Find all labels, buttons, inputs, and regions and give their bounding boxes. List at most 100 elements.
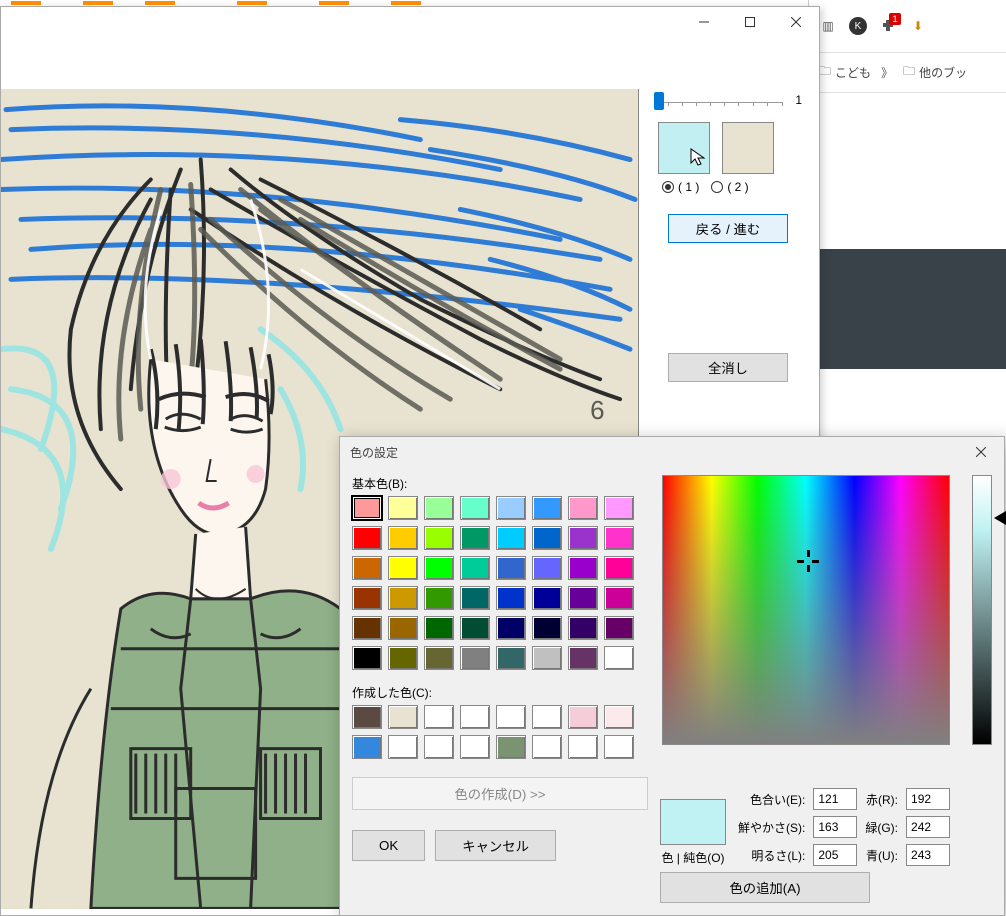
basic-swatch[interactable] xyxy=(604,586,634,610)
custom-swatch[interactable] xyxy=(352,705,382,729)
custom-swatch[interactable] xyxy=(496,705,526,729)
basic-colors-grid xyxy=(352,496,648,670)
custom-swatch[interactable] xyxy=(496,735,526,759)
custom-swatch[interactable] xyxy=(604,735,634,759)
basic-swatch[interactable] xyxy=(496,496,526,520)
basic-swatch[interactable] xyxy=(604,616,634,640)
custom-swatch[interactable] xyxy=(424,735,454,759)
red-input[interactable] xyxy=(906,788,950,810)
bookmark-other[interactable]: 🗀 他のブッ xyxy=(903,62,967,83)
basic-swatch[interactable] xyxy=(424,526,454,550)
basic-swatch[interactable] xyxy=(424,556,454,580)
lum-label: 明るさ(L): xyxy=(738,847,805,864)
basic-swatch[interactable] xyxy=(424,586,454,610)
luminosity-slider[interactable] xyxy=(972,475,992,745)
color-spectrum[interactable] xyxy=(662,475,950,745)
cancel-button[interactable]: キャンセル xyxy=(435,830,556,861)
basic-swatch[interactable] xyxy=(568,556,598,580)
basic-swatch[interactable] xyxy=(568,526,598,550)
minimize-button[interactable] xyxy=(681,7,727,37)
swatch-1[interactable] xyxy=(658,122,710,174)
radio-2[interactable]: ( 2 ) xyxy=(711,180,748,194)
bookmark-label: 他のブッ xyxy=(919,64,967,81)
basic-swatch[interactable] xyxy=(496,526,526,550)
maximize-button[interactable] xyxy=(727,7,773,37)
custom-swatch[interactable] xyxy=(460,735,490,759)
basic-swatch[interactable] xyxy=(352,556,382,580)
download-arrow-icon[interactable]: ⬇ xyxy=(909,17,927,35)
basic-swatch[interactable] xyxy=(352,616,382,640)
basic-swatch[interactable] xyxy=(352,496,382,520)
basic-swatch[interactable] xyxy=(388,646,418,670)
close-button[interactable] xyxy=(773,7,819,37)
basic-swatch[interactable] xyxy=(460,646,490,670)
basic-swatch[interactable] xyxy=(568,646,598,670)
basic-swatch[interactable] xyxy=(568,616,598,640)
custom-swatch[interactable] xyxy=(604,705,634,729)
basic-swatch[interactable] xyxy=(424,646,454,670)
basic-swatch[interactable] xyxy=(388,616,418,640)
lum-input[interactable] xyxy=(813,844,857,866)
green-input[interactable] xyxy=(906,816,950,838)
dialog-close-button[interactable] xyxy=(960,438,1002,466)
custom-swatch[interactable] xyxy=(388,735,418,759)
basic-swatch[interactable] xyxy=(424,616,454,640)
brush-size-slider[interactable] xyxy=(654,90,782,110)
basic-swatch[interactable] xyxy=(460,616,490,640)
custom-swatch[interactable] xyxy=(532,705,562,729)
basic-swatch[interactable] xyxy=(604,556,634,580)
sat-input[interactable] xyxy=(813,816,857,838)
basic-swatch[interactable] xyxy=(460,556,490,580)
basic-swatch[interactable] xyxy=(388,526,418,550)
add-color-button[interactable]: 色の追加(A) xyxy=(660,872,870,903)
basic-swatch[interactable] xyxy=(496,646,526,670)
basic-swatch[interactable] xyxy=(532,496,562,520)
custom-swatch[interactable] xyxy=(532,735,562,759)
basic-swatch[interactable] xyxy=(352,646,382,670)
custom-swatch[interactable] xyxy=(568,705,598,729)
custom-swatch[interactable] xyxy=(460,705,490,729)
puzzle-icon[interactable]: 1 xyxy=(879,17,897,35)
more-icon[interactable]: 》 xyxy=(881,64,893,81)
badge: 1 xyxy=(889,13,901,25)
basic-swatch[interactable] xyxy=(604,496,634,520)
panel-icon[interactable]: ▥ xyxy=(819,17,837,35)
basic-swatch[interactable] xyxy=(532,646,562,670)
basic-swatch[interactable] xyxy=(460,586,490,610)
blue-input[interactable] xyxy=(906,844,950,866)
clear-all-button[interactable]: 全消し xyxy=(668,353,788,382)
basic-swatch[interactable] xyxy=(388,586,418,610)
undo-redo-button[interactable]: 戻る / 進む xyxy=(668,214,788,243)
hue-input[interactable] xyxy=(813,788,857,810)
basic-swatch[interactable] xyxy=(496,586,526,610)
basic-swatch[interactable] xyxy=(352,526,382,550)
custom-swatch[interactable] xyxy=(388,705,418,729)
basic-swatch[interactable] xyxy=(568,496,598,520)
bookmark-kodomo[interactable]: 🗀 こども xyxy=(819,62,871,83)
basic-swatch[interactable] xyxy=(460,496,490,520)
basic-swatch[interactable] xyxy=(460,526,490,550)
basic-swatch[interactable] xyxy=(424,496,454,520)
ok-button[interactable]: OK xyxy=(352,830,425,861)
basic-swatch[interactable] xyxy=(532,586,562,610)
red-label: 赤(R): xyxy=(865,791,898,808)
swatch-2[interactable] xyxy=(722,122,774,174)
custom-swatch[interactable] xyxy=(424,705,454,729)
basic-colors-label: 基本色(B): xyxy=(352,475,648,492)
basic-swatch[interactable] xyxy=(388,496,418,520)
radio-1[interactable]: ( 1 ) xyxy=(662,180,699,194)
basic-swatch[interactable] xyxy=(532,556,562,580)
basic-swatch[interactable] xyxy=(532,526,562,550)
custom-swatch[interactable] xyxy=(352,735,382,759)
basic-swatch[interactable] xyxy=(568,586,598,610)
slider-value: 1 xyxy=(788,93,802,107)
basic-swatch[interactable] xyxy=(352,586,382,610)
basic-swatch[interactable] xyxy=(496,616,526,640)
letter-k-icon[interactable]: K xyxy=(849,17,867,35)
custom-swatch[interactable] xyxy=(568,735,598,759)
basic-swatch[interactable] xyxy=(388,556,418,580)
basic-swatch[interactable] xyxy=(604,526,634,550)
basic-swatch[interactable] xyxy=(532,616,562,640)
basic-swatch[interactable] xyxy=(496,556,526,580)
basic-swatch[interactable] xyxy=(604,646,634,670)
